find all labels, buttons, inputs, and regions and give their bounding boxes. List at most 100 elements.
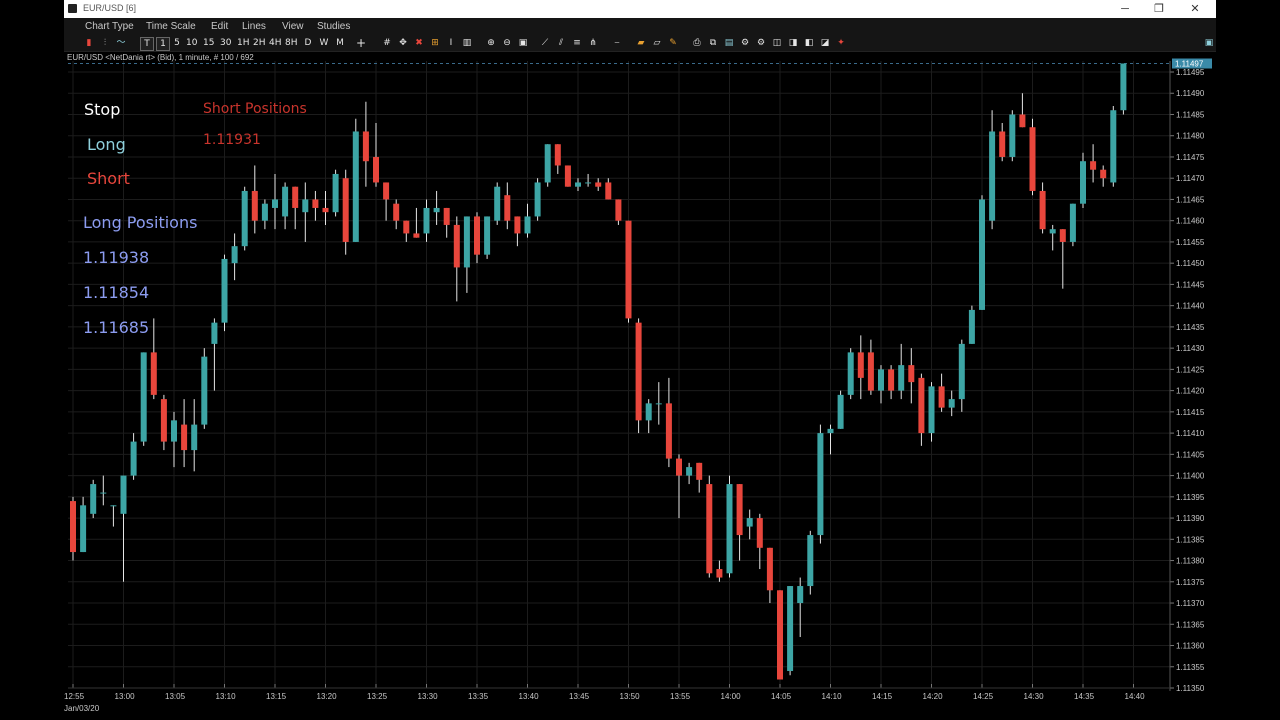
hline-icon[interactable]: ⎯ (612, 37, 622, 49)
text-icon[interactable]: I (446, 37, 456, 49)
fibonacci-icon[interactable]: ≡ (572, 37, 582, 49)
menu-bar: Chart Type Time Scale Edit Lines View St… (64, 18, 1216, 35)
candlestick-chart[interactable]: 1.11495 1.11490 1.11485 1.11480 1.11475 1.114… (64, 51, 1216, 720)
candle-bull (352, 131, 359, 242)
minimize-button[interactable]: ─ (1110, 1, 1140, 17)
move-icon[interactable]: ✥ (398, 37, 408, 49)
y-tick-label: 1.11480 (1176, 132, 1205, 141)
candle-bear (615, 199, 622, 221)
volume-icon[interactable]: ▥ (462, 37, 472, 49)
save-icon[interactable]: ▤ (724, 37, 734, 49)
tf-8h[interactable]: 8H (285, 37, 298, 49)
copy-icon[interactable]: ⧉ (708, 37, 718, 49)
zoom-out-icon[interactable]: ⊖ (502, 37, 512, 49)
tf-tick[interactable]: T (140, 37, 154, 51)
magic-icon[interactable]: ✦ (836, 37, 846, 49)
candle-bear (554, 144, 561, 166)
candle-bear (888, 369, 895, 391)
x-tick-label: 13:00 (115, 692, 136, 701)
x-tick-label: 13:45 (569, 692, 590, 701)
y-tick-label: 1.11365 (1176, 620, 1205, 629)
tf-4h[interactable]: 4H (269, 37, 282, 49)
tf-day[interactable]: D (303, 37, 313, 49)
candle-bear (413, 233, 420, 238)
y-tick-label: 1.11465 (1176, 195, 1205, 204)
template3-icon[interactable]: ◪ (820, 37, 830, 49)
bar-chart-icon[interactable]: ⫶ (100, 37, 110, 49)
candle-bear (766, 547, 773, 591)
candle-bear (181, 424, 188, 451)
panel-icon[interactable]: ▣ (1204, 37, 1214, 49)
crosshair-icon[interactable]: + (356, 37, 366, 49)
tf-15min[interactable]: 15 (203, 37, 214, 49)
candlestick-chart-icon[interactable]: ▮ (84, 37, 94, 49)
snap-icon[interactable]: ⊞ (430, 37, 440, 49)
tf-5min[interactable]: 5 (172, 37, 182, 49)
candle-bull (120, 475, 127, 514)
channel-icon[interactable]: ⫽ (556, 37, 566, 49)
pitchfork-icon[interactable]: ⋔ (588, 37, 598, 49)
candle-bull (80, 505, 87, 553)
x-tick-label: 13:35 (468, 692, 489, 701)
tf-1h[interactable]: 1H (237, 37, 250, 49)
candle-bear (453, 224, 460, 268)
chart-area[interactable]: 1.11495 1.11490 1.11485 1.11480 1.11475 1.114… (64, 51, 1216, 720)
tf-month[interactable]: M (335, 37, 345, 49)
tf-2h[interactable]: 2H (253, 37, 266, 49)
grid-icon[interactable]: # (382, 37, 392, 49)
menu-edit[interactable]: Edit (211, 21, 228, 32)
zoom-box-icon[interactable]: ▣ (518, 37, 528, 49)
candle-bear (857, 352, 864, 378)
candle-bear (635, 322, 642, 421)
tf-week[interactable]: W (319, 37, 329, 49)
candle-bear (999, 131, 1006, 157)
candle-bear (706, 484, 713, 574)
candle-bear (373, 156, 379, 183)
x-tick-label: 14:40 (1125, 692, 1146, 701)
candle-bull (746, 518, 753, 527)
close-button[interactable]: ✕ (1180, 1, 1210, 17)
menu-studies[interactable]: Studies (317, 21, 350, 32)
print-icon[interactable]: ⎙ (692, 37, 702, 49)
candle-bear (625, 220, 632, 319)
y-tick-label: 1.11380 (1176, 557, 1205, 566)
shape-icon[interactable]: ▰ (636, 37, 646, 49)
template-icon[interactable]: ◨ (788, 37, 798, 49)
candle-bear (150, 352, 157, 395)
template2-icon[interactable]: ◧ (804, 37, 814, 49)
settings-icon[interactable]: ⚙ (756, 37, 766, 49)
short-positions-title: Short Positions (203, 101, 307, 117)
candle-bull (575, 182, 581, 187)
menu-view[interactable]: View (282, 21, 304, 32)
tf-30min[interactable]: 30 (220, 37, 231, 49)
candle-bear (595, 182, 602, 187)
trendline-icon[interactable]: ⟋ (540, 37, 550, 49)
x-tick-label: 14:15 (872, 692, 893, 701)
zoom-in-icon[interactable]: ⊕ (486, 37, 496, 49)
long-positions-title: Long Positions (83, 213, 198, 232)
y-tick-label: 1.11445 (1176, 280, 1205, 289)
properties-icon[interactable]: ⚙ (740, 37, 750, 49)
toolbar: ▮ ⫶ 〜 T 1 5 10 15 30 1H 2H 4H 8H D W M +… (64, 35, 1216, 52)
candle-bear (403, 220, 410, 234)
y-tick-label: 1.11355 (1176, 663, 1205, 672)
y-tick-label: 1.11405 (1176, 450, 1205, 459)
tf-10min[interactable]: 10 (186, 37, 197, 49)
tf-1min[interactable]: 1 (156, 37, 170, 51)
window-title: EUR/USD [6] (83, 3, 137, 13)
menu-lines[interactable]: Lines (242, 21, 266, 32)
line-chart-icon[interactable]: 〜 (116, 37, 126, 49)
layout-icon[interactable]: ◫ (772, 37, 782, 49)
title-bar: EUR/USD [6] ─ ❐ ✕ (64, 0, 1216, 18)
candle-bear (251, 190, 258, 221)
delete-icon[interactable]: ✖ (414, 37, 424, 49)
menu-time-scale[interactable]: Time Scale (146, 21, 196, 32)
label-icon[interactable]: ▱ (652, 37, 662, 49)
candle-bull (484, 216, 491, 255)
menu-chart-type[interactable]: Chart Type (85, 21, 134, 32)
maximize-button[interactable]: ❐ (1144, 1, 1174, 17)
candle-bull (463, 216, 470, 268)
current-price-label: 1.11497 (1175, 60, 1204, 69)
pencil-icon[interactable]: ✎ (668, 37, 678, 49)
x-tick-label: 13:30 (418, 692, 439, 701)
